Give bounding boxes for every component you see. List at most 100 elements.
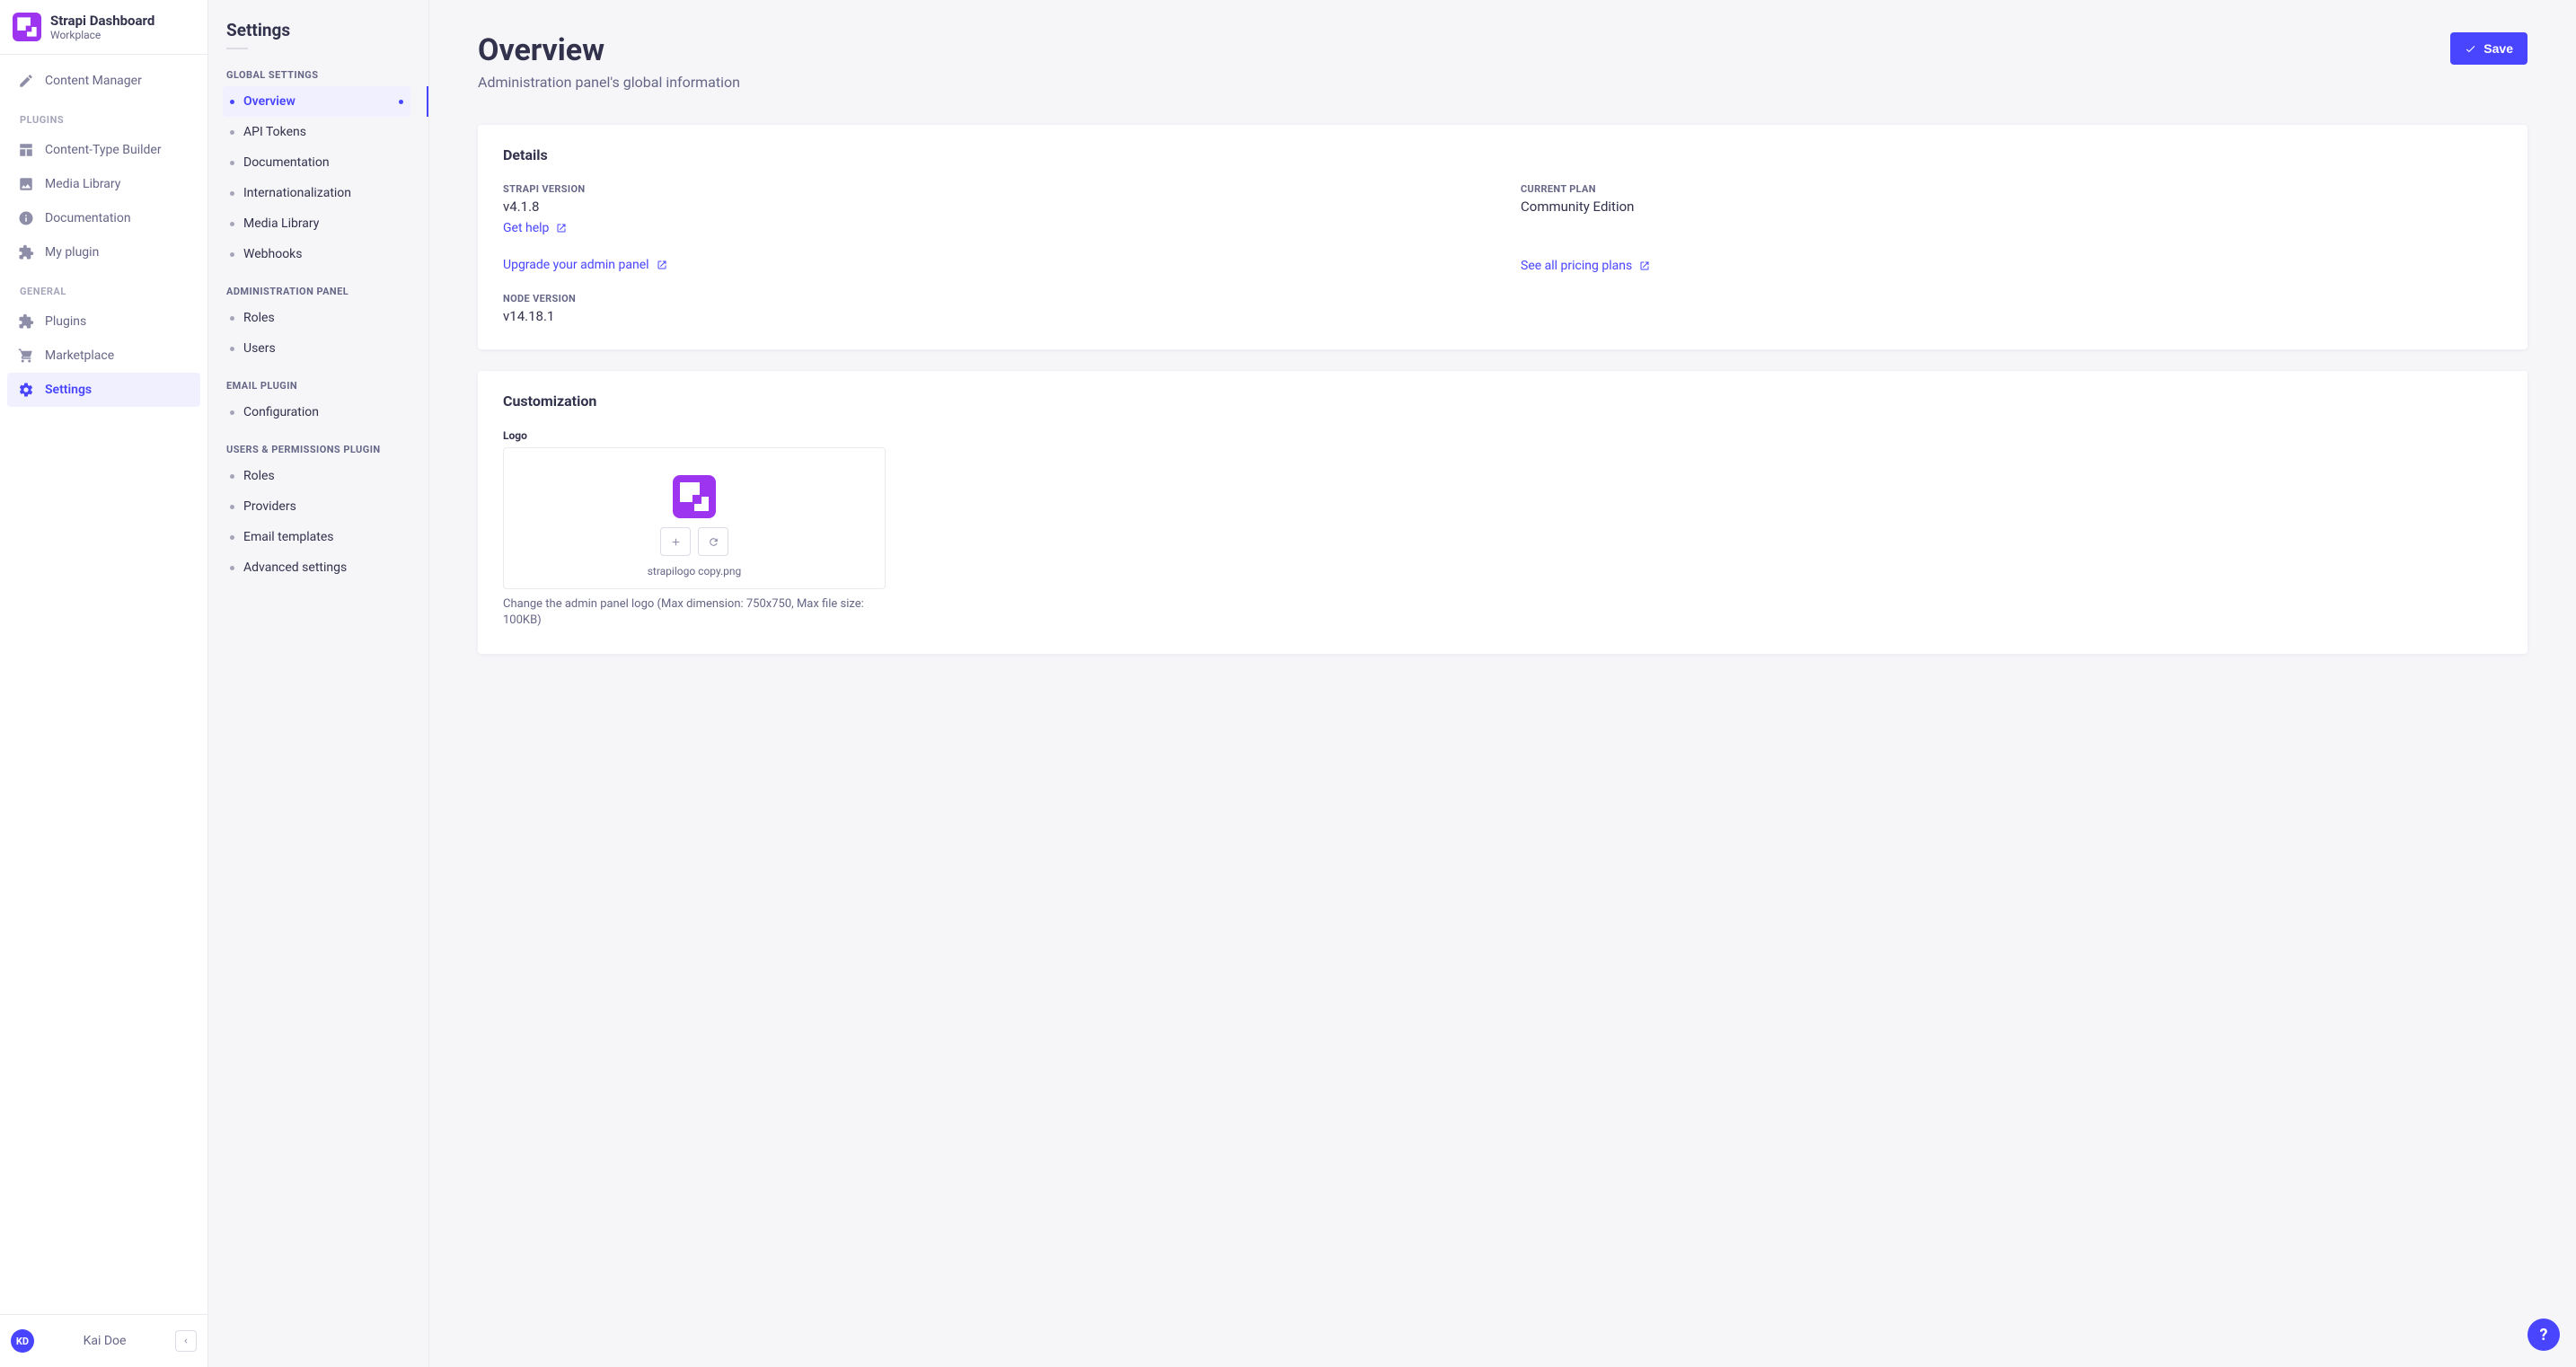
active-dot-icon [399, 100, 403, 104]
subnav-up-email-templates[interactable]: Email templates [223, 522, 410, 552]
strapi-version-value: v4.1.8 [503, 198, 1485, 215]
customization-card: Customization Logo strapilogo copy.png C… [478, 371, 2527, 654]
link-label: Get help [503, 221, 549, 235]
nav-media-library[interactable]: Media Library [7, 167, 200, 201]
layout-icon [18, 142, 34, 158]
nav-documentation[interactable]: Documentation [7, 201, 200, 235]
subnav-divider [226, 48, 248, 49]
current-plan-value: Community Edition [1521, 198, 2502, 215]
pricing-link[interactable]: See all pricing plans [1521, 259, 1650, 273]
nav-label: Media Library [45, 177, 120, 191]
details-title: Details [503, 146, 2502, 163]
nav-content-type-builder[interactable]: Content-Type Builder [7, 133, 200, 167]
strapi-version-label: STRAPI VERSION [503, 183, 1485, 195]
external-link-icon [657, 260, 667, 270]
collapse-nav-button[interactable] [175, 1330, 197, 1352]
subnav-label: Advanced settings [243, 560, 347, 575]
page-subtitle: Administration panel's global informatio… [478, 74, 740, 91]
primary-nav: Strapi Dashboard Workplace Content Manag… [0, 0, 208, 1367]
customization-title: Customization [503, 392, 2502, 410]
nav-settings[interactable]: Settings [7, 373, 200, 407]
subnav-email-heading: EMAIL PLUGIN [226, 380, 410, 392]
logo-label: Logo [503, 429, 2502, 442]
external-link-icon [1639, 260, 1650, 271]
subnav-title: Settings [226, 20, 410, 40]
subnav-email-config[interactable]: Configuration [223, 397, 410, 428]
subnav-label: Webhooks [243, 247, 303, 261]
user-avatar[interactable]: KD [11, 1329, 34, 1353]
brand-title: Strapi Dashboard [50, 13, 154, 29]
image-icon [18, 176, 34, 192]
nav-my-plugin[interactable]: My plugin [7, 235, 200, 269]
details-card: Details STRAPI VERSION v4.1.8 Get help U… [478, 125, 2527, 349]
brand-area[interactable]: Strapi Dashboard Workplace [0, 0, 207, 55]
upgrade-link[interactable]: Upgrade your admin panel [503, 258, 667, 272]
chevron-left-icon [181, 1336, 190, 1345]
nav-plugins-heading: PLUGINS [7, 98, 200, 133]
current-plan-label: CURRENT PLAN [1521, 183, 2502, 195]
subnav-global-heading: GLOBAL SETTINGS [226, 69, 410, 81]
logo-upload-box: strapilogo copy.png [503, 447, 886, 589]
help-fab-button[interactable]: ? [2527, 1318, 2560, 1351]
link-label: Upgrade your admin panel [503, 258, 649, 272]
link-label: See all pricing plans [1521, 259, 1632, 273]
subnav-media-library[interactable]: Media Library [223, 208, 410, 239]
subnav-label: Users [243, 341, 276, 356]
subnav-label: Roles [243, 469, 275, 483]
pencil-icon [18, 73, 34, 89]
brand-subtitle: Workplace [50, 29, 154, 41]
strapi-logo-icon [13, 13, 41, 41]
subnav-label: Overview [243, 94, 296, 109]
subnav-label: Roles [243, 311, 275, 325]
subnav-label: Internationalization [243, 186, 351, 200]
nav-label: Marketplace [45, 348, 114, 363]
subnav-label: Email templates [243, 530, 334, 544]
get-help-link[interactable]: Get help [503, 221, 567, 235]
settings-subnav: Settings GLOBAL SETTINGS Overview API To… [208, 0, 429, 1367]
subnav-admin-roles[interactable]: Roles [223, 303, 410, 333]
refresh-icon [708, 536, 719, 548]
nav-user-area: KD Kai Doe [0, 1314, 207, 1367]
subnav-api-tokens[interactable]: API Tokens [223, 117, 410, 147]
main-content: Overview Administration panel's global i… [429, 0, 2576, 1367]
subnav-admin-users[interactable]: Users [223, 333, 410, 364]
save-label: Save [2483, 41, 2513, 56]
subnav-label: Providers [243, 499, 296, 514]
subnav-label: Media Library [243, 216, 319, 231]
nav-label: Plugins [45, 314, 86, 329]
subnav-usersperm-heading: USERS & PERMISSIONS PLUGIN [226, 444, 410, 455]
plus-icon [670, 536, 682, 548]
subnav-documentation[interactable]: Documentation [223, 147, 410, 178]
subnav-webhooks[interactable]: Webhooks [223, 239, 410, 269]
subnav-up-advanced[interactable]: Advanced settings [223, 552, 410, 583]
subnav-overview[interactable]: Overview [223, 86, 410, 117]
reset-logo-button[interactable] [698, 527, 728, 556]
info-icon [18, 210, 34, 226]
node-version-value: v14.18.1 [503, 308, 1485, 324]
subnav-internationalization[interactable]: Internationalization [223, 178, 410, 208]
nav-label: Content Manager [45, 74, 142, 88]
add-logo-button[interactable] [660, 527, 691, 556]
logo-filename: strapilogo copy.png [648, 565, 742, 578]
nav-marketplace[interactable]: Marketplace [7, 339, 200, 373]
gear-icon [18, 382, 34, 398]
user-name: Kai Doe [49, 1334, 161, 1348]
subnav-label: API Tokens [243, 125, 306, 139]
nav-label: My plugin [45, 245, 99, 260]
save-button[interactable]: Save [2450, 32, 2527, 65]
question-icon: ? [2540, 1326, 2548, 1345]
subnav-label: Configuration [243, 405, 319, 419]
nav-general-heading: GENERAL [7, 269, 200, 304]
nav-plugins[interactable]: Plugins [7, 304, 200, 339]
nav-label: Settings [45, 383, 92, 397]
nav-content-manager[interactable]: Content Manager [7, 64, 200, 98]
cart-icon [18, 348, 34, 364]
page-title: Overview [478, 32, 740, 68]
puzzle-solid-icon [18, 313, 34, 330]
subnav-up-providers[interactable]: Providers [223, 491, 410, 522]
nav-label: Documentation [45, 211, 131, 225]
subnav-label: Documentation [243, 155, 330, 170]
node-version-label: NODE VERSION [503, 293, 1485, 304]
puzzle-icon [18, 244, 34, 260]
subnav-up-roles[interactable]: Roles [223, 461, 410, 491]
